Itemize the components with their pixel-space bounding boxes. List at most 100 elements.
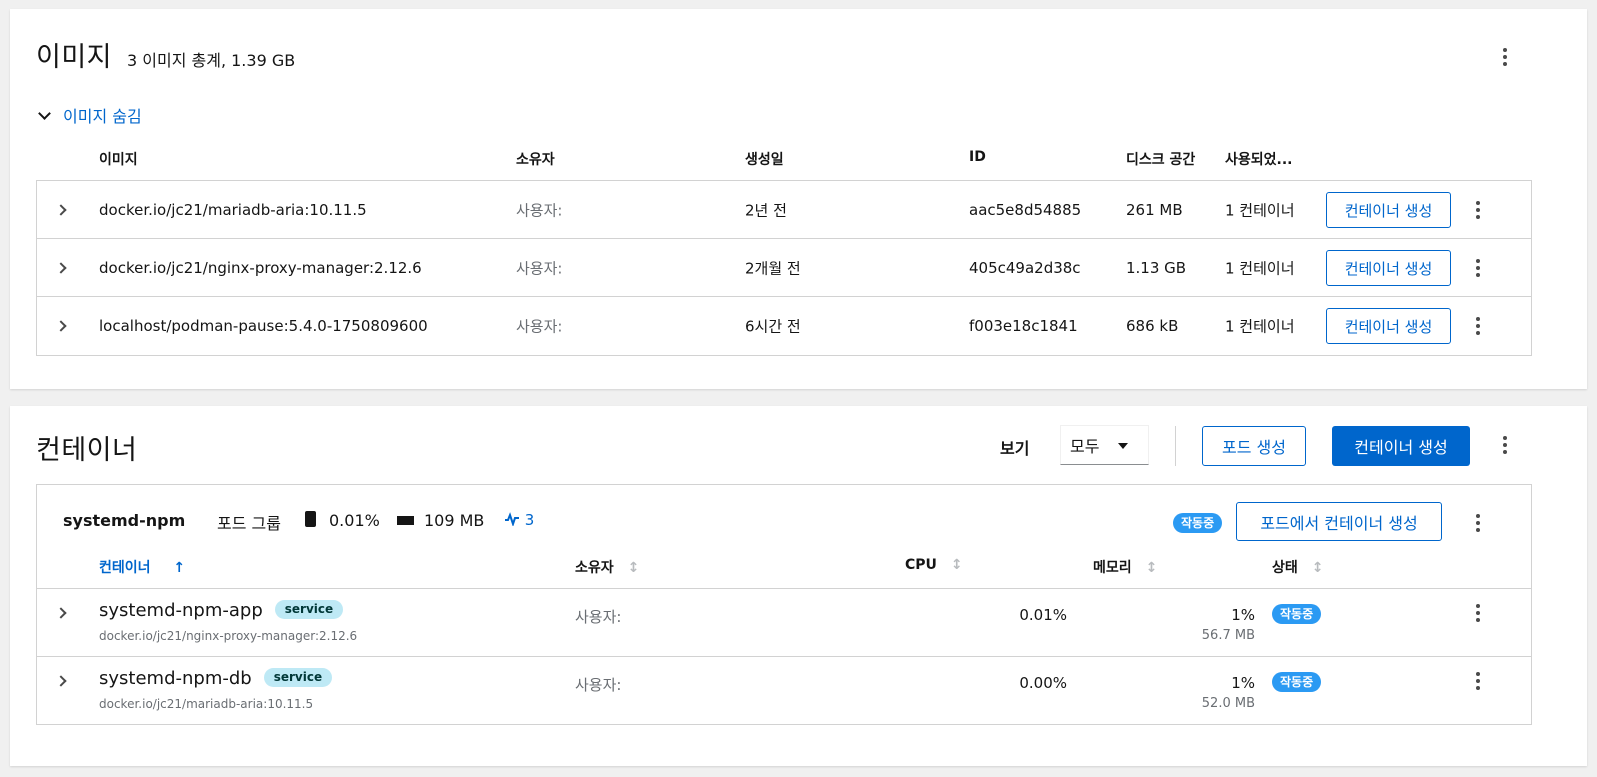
container-owner: 사용자: (575, 676, 622, 694)
container-cpu: 0.00% (1019, 674, 1067, 692)
images-title: 이미지 (36, 42, 113, 73)
container-mem-pct: 1% (1231, 606, 1255, 624)
status-badge: 작동중 (1272, 604, 1322, 624)
pod-container-count: 3 (524, 511, 535, 529)
caret-down-icon (1118, 443, 1128, 449)
col-cpu-sort[interactable]: CPU ↕ (905, 557, 963, 573)
create-container-primary-button[interactable]: 컨테이너 생성 (1332, 426, 1470, 466)
chevron-right-icon[interactable] (55, 320, 67, 332)
col-owner: 소유자 (575, 560, 614, 576)
image-used: 1 컨테이너 (1225, 317, 1295, 336)
container-owner: 사용자: (575, 608, 622, 626)
image-name: docker.io/jc21/mariadb-aria:10.11.5 (99, 200, 367, 219)
container-name-line: systemd-npm-app service (99, 600, 344, 621)
pod-name: systemd-npm (63, 511, 186, 530)
chevron-right-icon[interactable] (55, 262, 67, 274)
image-id: 405c49a2d38c (969, 258, 1081, 277)
col-disk: 디스크 공간 (1126, 152, 1196, 168)
view-select-value: 모두 (1070, 437, 1100, 456)
cpu-icon (305, 511, 316, 529)
hide-images-toggle[interactable]: 이미지 숨김 (37, 103, 142, 127)
view-label: 보기 (1000, 439, 1030, 458)
chevron-right-icon[interactable] (55, 204, 67, 216)
row-kebab-icon[interactable] (1466, 667, 1490, 695)
row-kebab-icon[interactable] (1466, 254, 1490, 282)
create-container-button[interactable]: 컨테이너 생성 (1326, 308, 1451, 344)
table-row: systemd-npm-app service docker.io/jc21/ng… (37, 588, 1531, 656)
chevron-down-icon (38, 106, 51, 120)
row-kebab-icon[interactable] (1466, 312, 1490, 340)
containers-title: 컨테이너 (36, 435, 138, 466)
container-image: docker.io/jc21/mariadb-aria:10.11.5 (99, 697, 314, 711)
image-owner: 사용자: (516, 317, 563, 336)
pod-memory: 109 MB (424, 511, 485, 530)
image-id: f003e18c1841 (969, 317, 1078, 335)
col-used: 사용되었... (1225, 152, 1293, 168)
col-memory-sort[interactable]: 메모리 ↕ (1093, 557, 1157, 577)
col-status: 상태 (1272, 560, 1298, 576)
container-mem: 52.0 MB (1201, 696, 1255, 711)
memory-icon (397, 512, 414, 530)
image-used: 1 컨테이너 (1225, 201, 1295, 219)
service-badge: service (274, 600, 344, 619)
col-created: 생성일 (745, 152, 784, 168)
table-row: docker.io/jc21/mariadb-aria:10.11.5 사용자:… (37, 181, 1531, 239)
image-owner: 사용자: (516, 259, 563, 277)
col-memory: 메모리 (1093, 560, 1132, 576)
container-mem-pct: 1% (1231, 674, 1255, 692)
pod-kebab-icon[interactable] (1466, 509, 1490, 537)
image-created: 2개월 전 (745, 259, 801, 277)
container-name: systemd-npm-app (99, 600, 263, 621)
create-container-button[interactable]: 컨테이너 생성 (1326, 192, 1451, 228)
container-image: docker.io/jc21/nginx-proxy-manager:2.12.… (99, 629, 358, 643)
divider (1175, 426, 1176, 466)
view-select[interactable]: 모두 (1060, 425, 1149, 465)
sort-icon: ↕ (1311, 560, 1324, 576)
create-container-button[interactable]: 컨테이너 생성 (1326, 250, 1451, 286)
chevron-right-icon[interactable] (55, 607, 67, 619)
containers-kebab-icon[interactable] (1493, 431, 1517, 459)
col-container-sort[interactable]: 컨테이너 ↑ (99, 557, 185, 577)
container-cpu: 0.01% (1019, 606, 1067, 624)
activity-icon[interactable]: 3 (504, 511, 534, 529)
images-kebab-icon[interactable] (1493, 43, 1517, 71)
image-size: 1.13 GB (1126, 258, 1187, 277)
image-used: 1 컨테이너 (1225, 259, 1295, 277)
sort-icon: ↕ (627, 560, 640, 576)
images-summary: 3 이미지 총계, 1.39 GB (127, 51, 296, 70)
pod-group: systemd-npm 포드 그룹 0.01% 109 MB 3 작동중 포드에… (36, 484, 1532, 725)
pod-group-label: 포드 그룹 (217, 514, 281, 533)
pod-status-badge: 작동중 (1173, 513, 1223, 533)
col-id: ID (969, 149, 986, 165)
table-row: systemd-npm-db service docker.io/jc21/mar… (37, 656, 1531, 724)
container-name: systemd-npm-db (99, 668, 252, 689)
image-owner: 사용자: (516, 201, 563, 219)
chevron-right-icon[interactable] (55, 675, 67, 687)
sort-icon: ↕ (1145, 560, 1158, 576)
create-pod-button[interactable]: 포드 생성 (1202, 426, 1306, 466)
table-row: docker.io/jc21/nginx-proxy-manager:2.12.… (37, 239, 1531, 297)
status-badge: 작동중 (1272, 672, 1322, 692)
col-owner-sort[interactable]: 소유자 ↕ (575, 557, 639, 577)
table-row: localhost/podman-pause:5.4.0-1750809600 … (37, 297, 1531, 355)
col-container: 컨테이너 (99, 560, 151, 576)
col-owner: 소유자 (516, 152, 555, 168)
row-kebab-icon[interactable] (1466, 599, 1490, 627)
image-size: 261 MB (1126, 200, 1183, 219)
image-id: aac5e8d54885 (969, 200, 1082, 219)
image-created: 6시간 전 (745, 317, 801, 336)
col-cpu: CPU (905, 557, 937, 573)
sort-icon: ↕ (950, 557, 963, 573)
image-name: localhost/podman-pause:5.4.0-1750809600 (99, 317, 428, 335)
image-size: 686 kB (1126, 317, 1179, 335)
row-kebab-icon[interactable] (1466, 196, 1490, 224)
image-created: 2년 전 (745, 201, 787, 219)
service-badge: service (263, 668, 333, 687)
containers-card: 컨테이너 보기 모두 포드 생성 컨테이너 생성 systemd-npm 포드 … (10, 406, 1587, 766)
images-table: docker.io/jc21/mariadb-aria:10.11.5 사용자:… (36, 180, 1532, 356)
col-status-sort[interactable]: 상태 ↕ (1272, 557, 1324, 577)
create-container-in-pod-button[interactable]: 포드에서 컨테이너 생성 (1236, 502, 1442, 541)
hide-images-label: 이미지 숨김 (63, 107, 142, 126)
container-name-line: systemd-npm-db service (99, 668, 333, 689)
col-image: 이미지 (99, 152, 138, 168)
